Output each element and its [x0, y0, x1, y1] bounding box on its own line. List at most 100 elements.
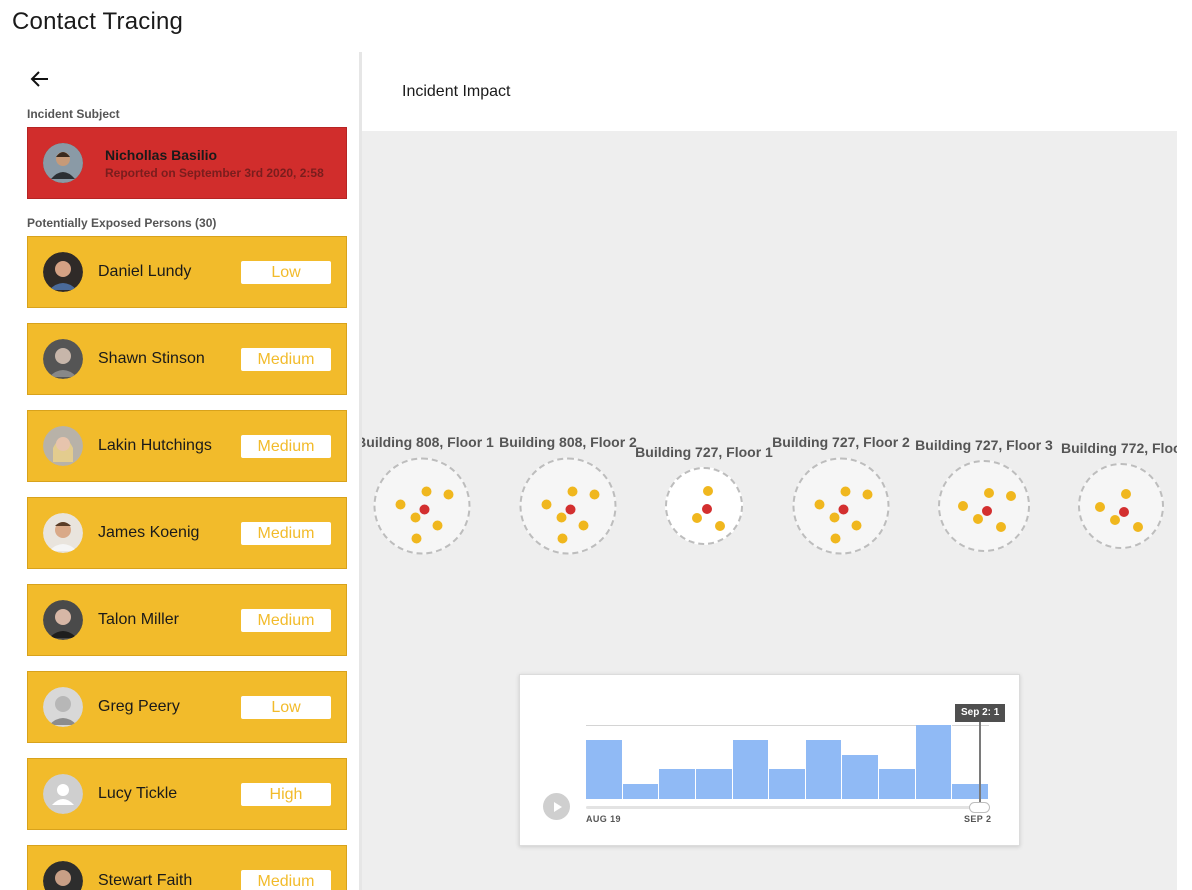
incident-subject-card[interactable]: Nichollas Basilio Reported on September …: [27, 127, 347, 199]
subject-dot: [982, 506, 992, 516]
subject-dot: [419, 504, 430, 515]
avatar: [43, 687, 83, 727]
subject-dot: [702, 504, 712, 514]
location-label: Building 808, Floor 2: [499, 434, 637, 450]
person-name: James Koenig: [98, 524, 200, 541]
person-name: Greg Peery: [98, 698, 180, 715]
person-name: Shawn Stinson: [98, 350, 205, 367]
person-icon: [43, 774, 83, 814]
location-circle[interactable]: [938, 460, 1030, 552]
exposure-dot: [996, 522, 1006, 532]
main-header: Incident Impact: [365, 52, 1177, 131]
exposure-dot: [410, 512, 421, 523]
risk-badge: Low: [241, 695, 331, 719]
person-icon: [43, 600, 83, 640]
risk-badge: High: [241, 782, 331, 806]
person-card[interactable]: Daniel Lundy Low: [27, 236, 347, 308]
person-icon: [43, 339, 83, 379]
exposure-dot: [1006, 491, 1016, 501]
histogram-bar: [586, 739, 623, 799]
person-card[interactable]: Stewart Faith Medium: [27, 845, 347, 890]
histogram-bar: [695, 769, 733, 799]
exposure-dot: [432, 520, 443, 531]
person-icon: [43, 861, 83, 890]
person-icon: [43, 143, 83, 183]
arrow-left-icon: [30, 71, 48, 87]
avatar: [43, 426, 83, 466]
histogram-bar: [879, 769, 916, 799]
page-title: Incident Impact: [402, 83, 511, 100]
exposure-dot: [443, 489, 454, 500]
histogram-bar: [952, 784, 989, 799]
avatar: [43, 600, 83, 640]
person-card[interactable]: Lakin Hutchings Medium: [27, 410, 347, 482]
timeline-track[interactable]: [586, 806, 989, 809]
subject-dot: [838, 504, 849, 515]
risk-badge: Medium: [241, 869, 331, 890]
exposure-dot: [421, 486, 432, 497]
histogram-bar: [622, 784, 660, 799]
main-panel: Incident Impact Building 808, Floor 1 Bu…: [362, 52, 1177, 890]
back-button[interactable]: [27, 66, 53, 92]
risk-badge: Medium: [241, 434, 331, 458]
location-circle[interactable]: [665, 467, 743, 545]
exposure-dot: [1133, 522, 1143, 532]
subject-name: Nichollas Basilio: [105, 146, 218, 163]
person-card[interactable]: Talon Miller Medium: [27, 584, 347, 656]
person-icon: [43, 687, 83, 727]
exposure-dot: [973, 514, 983, 524]
timeline-marker-label: Sep 2: 1: [955, 704, 1006, 722]
location-label: Building 772, Floor: [1060, 440, 1177, 456]
location-circle[interactable]: [519, 457, 617, 555]
location-circle[interactable]: [373, 457, 471, 555]
avatar: [43, 252, 83, 292]
play-icon: [553, 801, 562, 812]
exposure-dot: [715, 521, 725, 531]
exposure-dot: [814, 499, 825, 510]
sidebar: Incident Subject Nichollas Basilio Repor…: [0, 52, 362, 890]
histogram-bar: [732, 739, 770, 799]
timeline-handle[interactable]: [969, 802, 990, 813]
person-name: Stewart Faith: [98, 872, 193, 889]
person-card[interactable]: Shawn Stinson Medium: [27, 323, 347, 395]
histogram-bar: [769, 769, 806, 799]
exposure-dot: [984, 488, 994, 498]
histogram-bar: [659, 769, 696, 799]
timeline-start-label: AUG 19: [586, 814, 621, 824]
person-card[interactable]: Greg Peery Low: [27, 671, 347, 743]
location-circle[interactable]: [792, 457, 890, 555]
location-label: Building 808, Floor 1: [362, 434, 494, 450]
location-label: Building 727, Floor 2: [772, 434, 910, 450]
person-icon: [43, 252, 83, 292]
exposed-persons-label: Potentially Exposed Persons (30): [27, 216, 217, 230]
person-icon: [43, 513, 83, 553]
exposure-dot: [703, 486, 713, 496]
timeline-marker-line: [979, 720, 981, 802]
exposure-dot: [411, 533, 422, 544]
person-card[interactable]: Lucy Tickle High: [27, 758, 347, 830]
subject-reported: Reported on September 3rd 2020, 2:58: [105, 165, 324, 180]
exposure-dot: [1095, 502, 1105, 512]
location-label: Building 727, Floor 1: [635, 444, 773, 460]
avatar: [43, 861, 83, 890]
avatar: [43, 339, 83, 379]
histogram-bar: [805, 739, 843, 799]
avatar: [43, 513, 83, 553]
play-button[interactable]: [543, 793, 570, 820]
avatar: [43, 774, 83, 814]
impact-canvas: Building 808, Floor 1 Building 808, Floo…: [362, 131, 1177, 890]
location-circle[interactable]: [1078, 463, 1164, 549]
exposure-dot: [578, 520, 589, 531]
exposure-dot: [840, 486, 851, 497]
app-title: Contact Tracing: [12, 8, 184, 35]
histogram-bar: [842, 754, 880, 799]
exposure-dot: [851, 520, 862, 531]
person-card[interactable]: James Koenig Medium: [27, 497, 347, 569]
exposure-dot: [1110, 515, 1120, 525]
person-name: Lakin Hutchings: [98, 437, 212, 454]
person-name: Daniel Lundy: [98, 263, 192, 280]
exposure-dot: [830, 533, 841, 544]
risk-badge: Medium: [241, 521, 331, 545]
risk-badge: Medium: [241, 608, 331, 632]
person-name: Lucy Tickle: [98, 785, 178, 802]
